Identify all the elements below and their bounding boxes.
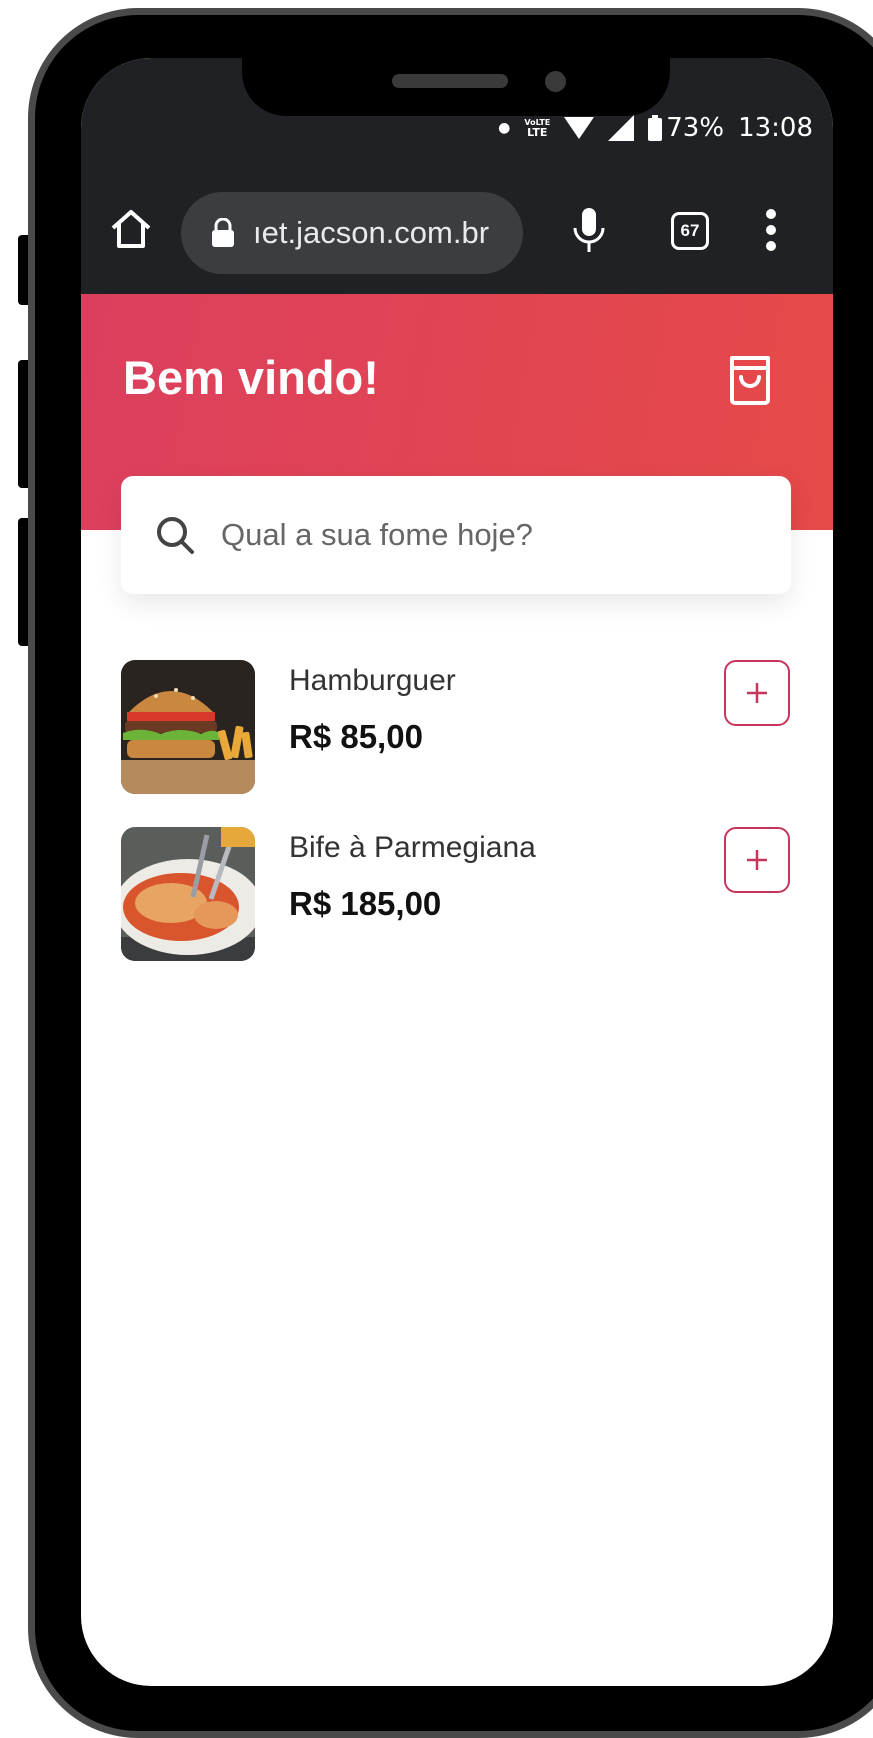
product-item: Hamburguer R$ 85,00	[121, 660, 791, 794]
menu-icon[interactable]	[763, 206, 779, 254]
search-icon	[157, 517, 194, 554]
burger-image	[121, 660, 255, 794]
plus-icon	[747, 683, 767, 703]
network-type: VoLTE LTE	[524, 118, 551, 139]
front-camera	[545, 71, 566, 92]
lock-icon	[212, 218, 234, 247]
product-name: Bife à Parmegiana	[289, 831, 536, 864]
page-title: Bem vindo!	[123, 351, 379, 404]
add-to-cart-button[interactable]	[724, 827, 790, 893]
search-input[interactable]	[219, 516, 743, 554]
signal-icon	[608, 115, 635, 141]
product-price: R$ 185,00	[289, 885, 442, 922]
product-name: Hamburguer	[289, 664, 456, 697]
add-to-cart-button[interactable]	[724, 660, 790, 726]
tabs-icon[interactable]: 67	[671, 212, 709, 250]
battery-icon	[648, 115, 663, 141]
phone-screen: ● VoLTELTE 73% 13:08 ıet.jacson.com.br	[81, 58, 833, 1686]
address-bar[interactable]: ıet.jacson.com.br	[181, 192, 523, 274]
search-box	[121, 476, 791, 594]
notification-dot: ●	[498, 120, 511, 136]
battery-indicator: 73%	[648, 113, 724, 143]
parmigiana-image	[121, 827, 255, 961]
plus-icon	[747, 850, 767, 870]
browser-toolbar: ıet.jacson.com.br 67	[81, 186, 833, 286]
bag-icon[interactable]	[726, 354, 774, 406]
url-text: ıet.jacson.com.br	[253, 215, 490, 250]
product-price: R$ 85,00	[289, 718, 423, 755]
product-item: Bife à Parmegiana R$ 185,00	[121, 827, 791, 961]
home-icon[interactable]	[107, 206, 155, 254]
battery-level: 73%	[666, 113, 725, 143]
speaker-grille	[392, 74, 508, 88]
mic-icon[interactable]	[571, 206, 607, 254]
phone-notch	[242, 58, 670, 116]
tab-count: 67	[680, 221, 700, 240]
wifi-icon	[564, 117, 595, 139]
clock: 13:08	[738, 113, 813, 143]
